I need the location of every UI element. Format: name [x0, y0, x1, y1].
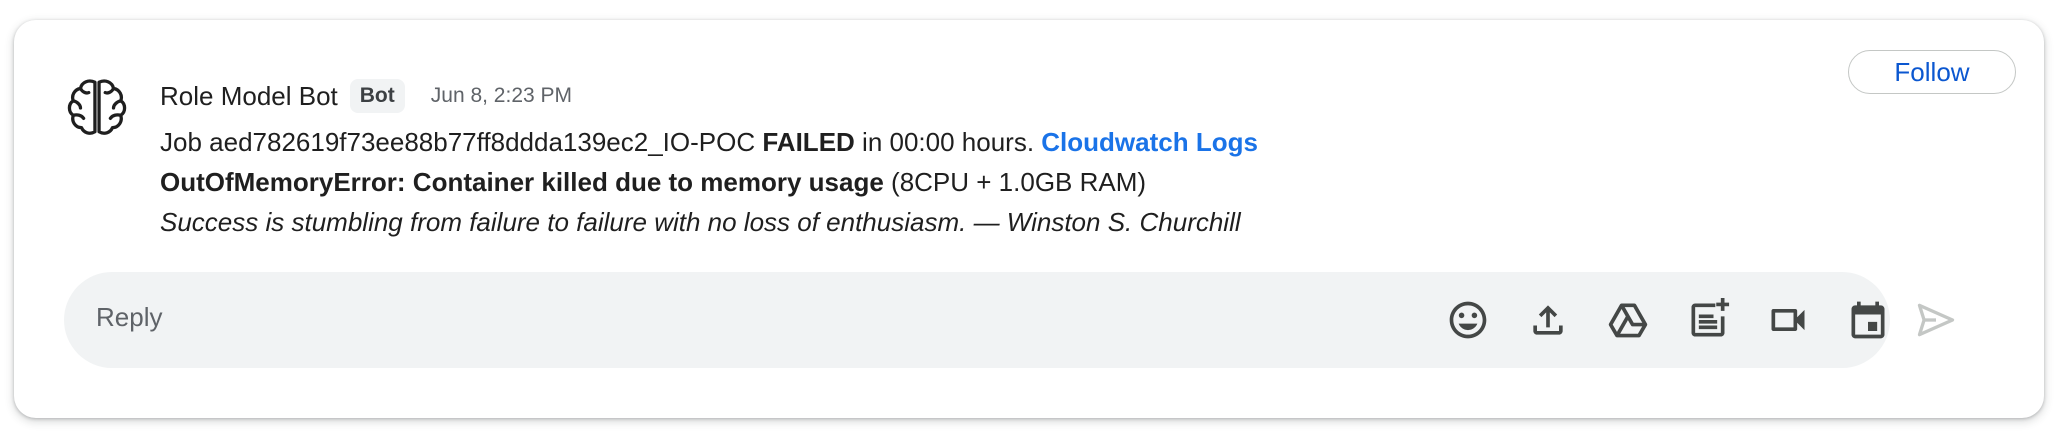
- emoji-icon[interactable]: [1446, 298, 1490, 342]
- resources-text: (8CPU + 1.0GB RAM): [883, 167, 1147, 197]
- error-message: OutOfMemoryError: Container killed due t…: [160, 167, 884, 197]
- upload-icon[interactable]: [1526, 298, 1570, 342]
- reply-placeholder: Reply: [96, 302, 163, 332]
- message-header: Role Model Bot Bot Jun 8, 2:23 PM: [160, 74, 572, 118]
- reply-input[interactable]: Reply: [64, 272, 1890, 368]
- quote-line: Success is stumbling from failure to fai…: [160, 207, 1241, 237]
- cloudwatch-logs-link[interactable]: Cloudwatch Logs: [1041, 127, 1258, 157]
- message-card: Role Model Bot Bot Jun 8, 2:23 PM Follow…: [14, 20, 2044, 418]
- follow-button[interactable]: Follow: [1848, 50, 2016, 94]
- failed-status: FAILED: [762, 127, 855, 157]
- error-line: OutOfMemoryError: Container killed due t…: [160, 162, 1258, 202]
- drive-icon[interactable]: [1606, 298, 1650, 342]
- sender-name[interactable]: Role Model Bot: [160, 81, 338, 112]
- video-icon[interactable]: [1766, 298, 1810, 342]
- calendar-icon[interactable]: [1846, 298, 1890, 342]
- brain-avatar-icon[interactable]: [64, 74, 130, 140]
- job-id-text: Job aed782619f73ee88b77ff8ddda139ec2_IO-…: [160, 127, 763, 157]
- send-icon[interactable]: [1914, 298, 1958, 342]
- add-note-icon[interactable]: [1686, 298, 1730, 342]
- message-body: Job aed782619f73ee88b77ff8ddda139ec2_IO-…: [160, 122, 1258, 242]
- job-status-line: Job aed782619f73ee88b77ff8ddda139ec2_IO-…: [160, 122, 1258, 162]
- bot-badge: Bot: [349, 79, 405, 113]
- message-timestamp: Jun 8, 2:23 PM: [430, 84, 573, 107]
- duration-text: in 00:00 hours.: [854, 127, 1042, 157]
